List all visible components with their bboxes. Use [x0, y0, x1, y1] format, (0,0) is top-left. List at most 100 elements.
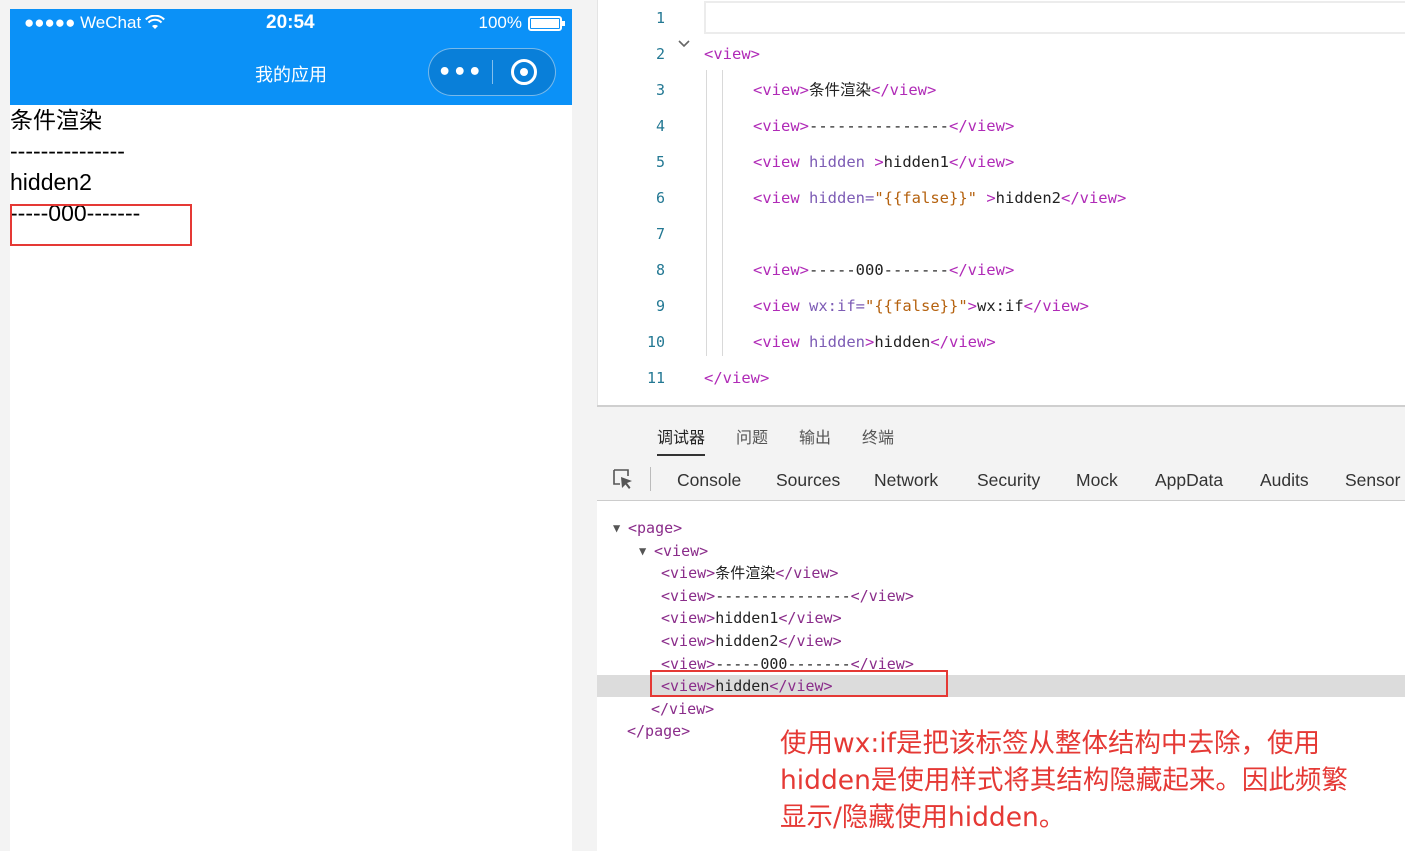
dom-node[interactable]: ▼ <page>	[597, 517, 1405, 539]
line-number: 7	[655, 225, 665, 243]
dom-token: </view>	[651, 699, 715, 718]
tab-mock[interactable]: Mock	[1076, 470, 1118, 491]
dom-node-text: <view>hidden2</view>	[661, 630, 842, 652]
code-token: <view>	[753, 261, 809, 279]
tab-audits[interactable]: Audits	[1260, 470, 1309, 491]
code-line[interactable]: 6 <view hidden="{{false}}" >hidden2</view…	[598, 180, 1405, 216]
tab-sources[interactable]: Sources	[776, 470, 840, 491]
code-line[interactable]: 7	[598, 216, 1405, 252]
highlight-box-phone	[10, 204, 192, 246]
dom-node[interactable]: <view>hidden1</view>	[597, 607, 1405, 629]
dom-node-text: <view>	[654, 540, 708, 562]
note-line-3: 显示/隐藏使用hidden。	[780, 802, 1066, 833]
battery-icon	[528, 15, 565, 31]
code-line[interactable]: 2 <view>	[598, 36, 1405, 72]
tab-console[interactable]: Console	[677, 470, 741, 491]
code-token: wx:if	[977, 297, 1024, 315]
dom-token: <view>	[654, 541, 709, 560]
expand-triangle-icon[interactable]: ▼	[639, 540, 646, 562]
line-number: 5	[655, 153, 665, 171]
wifi-icon	[145, 15, 166, 29]
tab-security[interactable]: Security	[977, 470, 1040, 491]
tab-output[interactable]: 输出	[799, 424, 831, 448]
line-number: 9	[655, 297, 665, 315]
dom-token: hidden2	[715, 632, 779, 650]
code-line[interactable]: 11 </view>	[598, 360, 1405, 396]
line-number: 10	[646, 333, 665, 351]
dom-token: ---------------	[715, 586, 851, 605]
code-editor[interactable]: 1 2 <view> 3 <view>条件渲染</view> 4 <view>-------…	[597, 0, 1405, 405]
dom-token: hidden1	[715, 609, 779, 628]
battery-percent: 100%	[478, 13, 522, 32]
close-miniprogram-button[interactable]	[492, 59, 555, 85]
tab-network[interactable]: Network	[874, 470, 938, 491]
code-token: wx:if=	[809, 297, 865, 315]
code-line[interactable]: 5 <view hidden >hidden1</view>	[598, 144, 1405, 180]
tab-debugger[interactable]: 调试器	[657, 424, 706, 456]
dom-token: <view>	[661, 632, 716, 650]
dom-node[interactable]: <view>---------------</view>	[597, 585, 1405, 607]
dom-node[interactable]: <view>hidden2</view>	[597, 630, 1405, 652]
carrier-label: ●●●●● WeChat	[24, 13, 142, 32]
code-token: hidden	[874, 333, 931, 351]
code-text: <view hidden="{{false}}" >hidden2</view>	[753, 180, 1126, 216]
code-text: <view wx:if="{{false}}">wx:if</view>	[753, 288, 1089, 324]
expand-triangle-icon[interactable]: ▼	[613, 517, 620, 539]
tab-sensor[interactable]: Sensor	[1345, 470, 1400, 491]
more-menu-button[interactable]: •••	[429, 60, 492, 85]
code-line[interactable]: 3 <view>条件渲染</view>	[598, 72, 1405, 108]
inspect-element-icon[interactable]	[611, 467, 635, 491]
note-line-2: hidden是使用样式将其结构隐藏起来。因此频繁	[780, 765, 1348, 796]
code-token: </view>	[930, 333, 996, 351]
rendered-line-1: 条件渲染	[10, 107, 102, 133]
dom-node-text: <view>hidden1</view>	[661, 607, 842, 629]
line-number: 3	[655, 81, 665, 99]
dom-node-text: <view>条件渲染</view>	[661, 562, 838, 584]
code-token: </view>	[871, 81, 937, 99]
code-text: <view>---------------</view>	[753, 108, 1014, 144]
status-time: 20:54	[266, 12, 315, 33]
code-token: hidden1	[883, 153, 949, 171]
code-token: </view>	[948, 261, 1015, 279]
dom-node[interactable]: </view>	[597, 698, 1405, 720]
code-token: <view	[753, 333, 809, 351]
dom-token: <view>	[661, 564, 716, 583]
code-line[interactable]: 8 <view>-----000-------</view>	[598, 252, 1405, 288]
code-token: </view>	[1023, 297, 1089, 315]
code-token: <view	[753, 153, 809, 171]
dom-node-text: </view>	[651, 698, 714, 720]
code-text: <view>条件渲染</view>	[753, 72, 936, 108]
code-line[interactable]: 1	[598, 0, 1405, 36]
dom-token: <view>	[661, 609, 716, 628]
code-token: </view>	[948, 117, 1015, 135]
line-number: 2	[655, 45, 665, 63]
code-token: >	[976, 189, 996, 207]
tab-terminal[interactable]: 终端	[862, 424, 894, 448]
target-icon	[510, 59, 537, 85]
dom-node[interactable]: <view>条件渲染</view>	[597, 562, 1405, 584]
code-token: <view	[753, 189, 809, 207]
debug-tabs: 调试器 问题 输出 终端	[597, 407, 1405, 457]
code-token: "{{false}}"	[865, 297, 968, 315]
code-token: <view>	[704, 45, 760, 63]
note-line-1: 使用wx:if是把该标签从整体结构中去除，使用	[780, 728, 1320, 759]
simulator-panel: ●●●●● WeChat 20:54 100% 我的应用 ••• 条件渲染 --…	[0, 0, 597, 851]
code-line[interactable]: 4 <view>---------------</view>	[598, 108, 1405, 144]
tab-issues[interactable]: 问题	[736, 424, 768, 448]
code-token: hidden	[809, 333, 865, 351]
phone-screen: ●●●●● WeChat 20:54 100% 我的应用 ••• 条件渲染 --…	[10, 9, 572, 851]
rendered-line-2: ---------------	[10, 138, 125, 164]
code-text: <view hidden>hidden</view>	[753, 324, 996, 360]
code-line[interactable]: 9 <view wx:if="{{false}}">wx:if</view>	[598, 288, 1405, 324]
code-token: </view>	[704, 369, 770, 387]
toolbar-divider	[650, 467, 651, 491]
tab-appdata[interactable]: AppData	[1155, 470, 1223, 491]
panel-tabs: Console Sources Network Security Mock Ap…	[597, 457, 1405, 501]
line-number: 4	[655, 117, 665, 135]
code-token: </view>	[949, 153, 1015, 171]
code-token: >	[967, 297, 977, 315]
code-line[interactable]: 10 <view hidden>hidden</view>	[598, 324, 1405, 360]
dom-node[interactable]: ▼ <view>	[597, 540, 1405, 562]
code-token: ---------------	[809, 117, 949, 135]
dom-token: </view>	[778, 632, 842, 650]
